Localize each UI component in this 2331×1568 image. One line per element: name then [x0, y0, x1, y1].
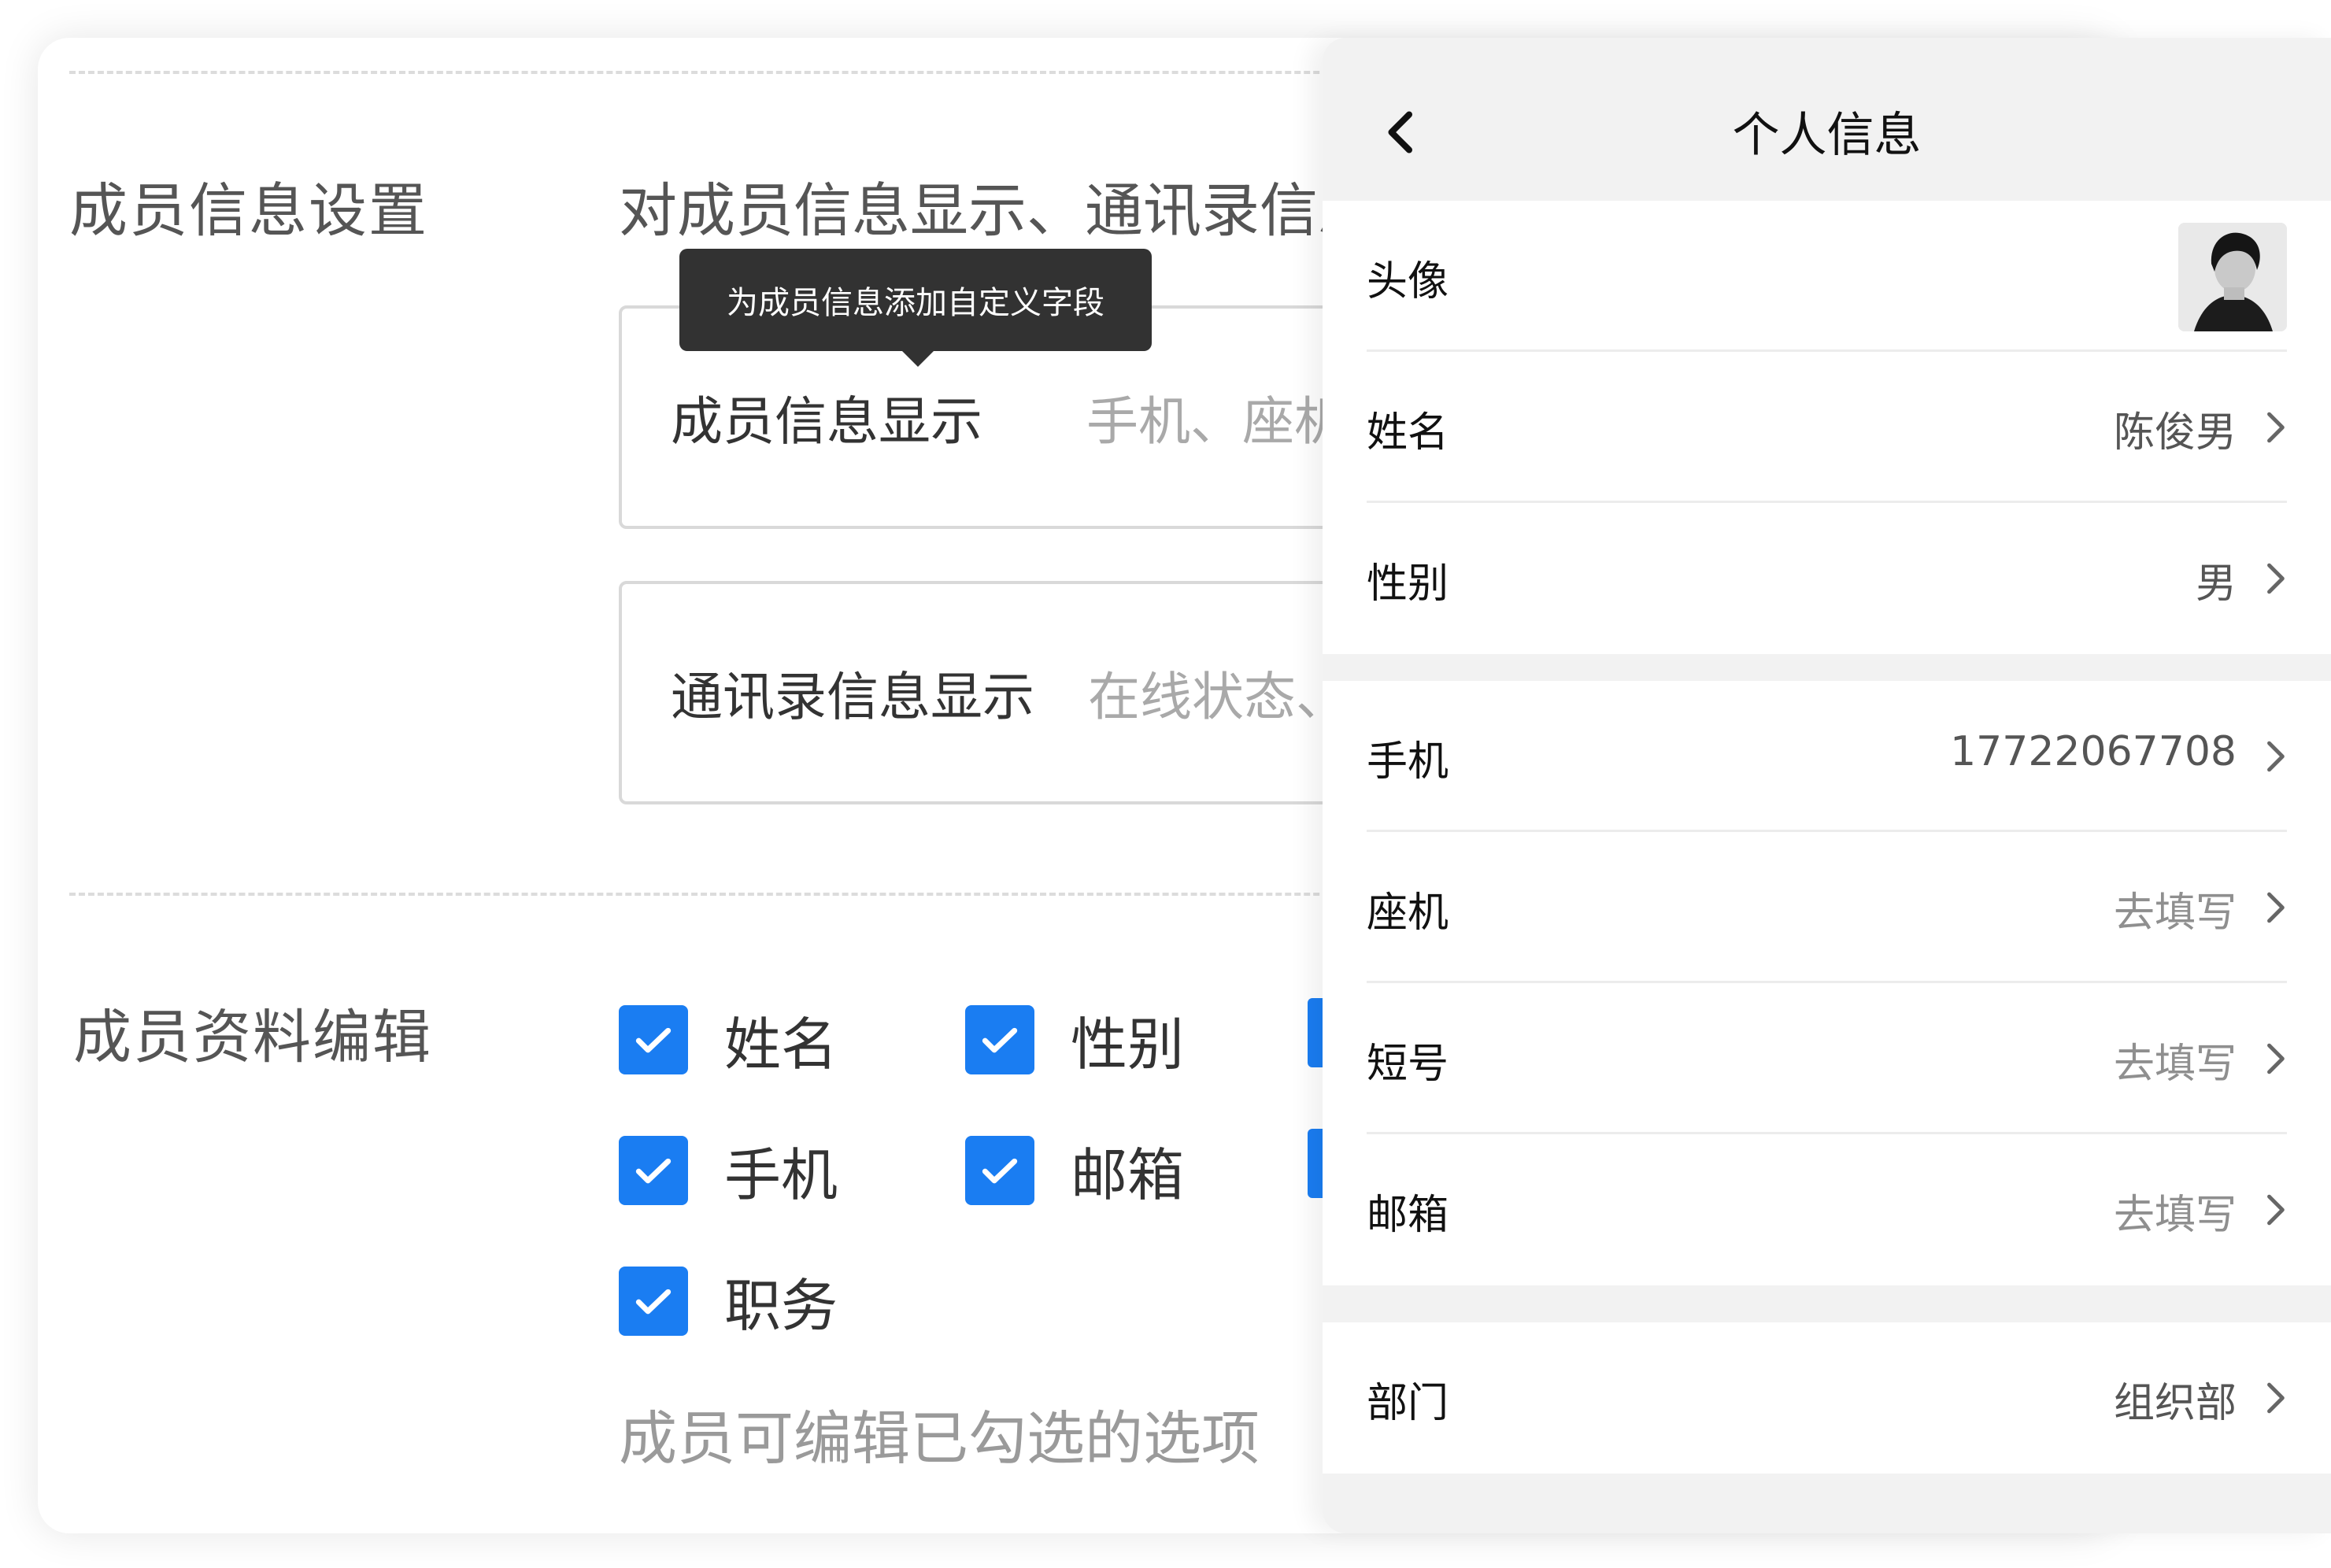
- checkbox-mobile[interactable]: 手机: [619, 1129, 838, 1211]
- contacts-info-display-value: 在线状态、: [1088, 667, 1348, 727]
- row-key: 部门: [1367, 1380, 1449, 1427]
- chevron-right-icon: [2267, 1382, 2285, 1414]
- row-short-number[interactable]: 短号 去填写: [1323, 983, 2331, 1134]
- checkmark-icon[interactable]: [965, 1004, 1034, 1074]
- row-name[interactable]: 姓名 陈俊男: [1323, 352, 2331, 503]
- chevron-right-icon: [2267, 892, 2285, 923]
- basic-info-group: 头像 姓名 陈俊男 性别 男: [1323, 201, 2331, 654]
- row-key: 座机: [1367, 889, 1449, 937]
- chevron-right-icon: [2267, 412, 2285, 443]
- checkmark-icon[interactable]: [619, 1266, 688, 1336]
- row-avatar[interactable]: 头像: [1323, 201, 2331, 352]
- row-value: 去填写: [2113, 1192, 2237, 1239]
- chevron-right-icon: [2267, 741, 2285, 772]
- row-key: 邮箱: [1367, 1192, 1449, 1239]
- checkmark-icon[interactable]: [619, 1004, 688, 1074]
- member-info-settings-title: 成员信息设置: [69, 177, 428, 245]
- row-value: 男: [2195, 560, 2237, 608]
- chevron-right-icon: [2267, 1043, 2285, 1074]
- checkbox-label: 邮箱: [1071, 1142, 1185, 1208]
- divider-middle: [69, 893, 1376, 896]
- row-gender[interactable]: 性别 男: [1323, 503, 2331, 654]
- row-department[interactable]: 部门 组织部: [1323, 1322, 2331, 1474]
- profile-panel: 个人信息 头像 姓名 陈俊男 性别 男 手机 17722067708 座机 去填…: [1323, 38, 2331, 1533]
- contacts-info-display-label: 通讯录信息显示: [671, 667, 1034, 727]
- contact-info-group: 手机 17722067708 座机 去填写 短号 去填写 邮箱 去填写: [1323, 681, 2331, 1285]
- row-key: 姓名: [1367, 409, 1449, 457]
- row-value: 组织部: [2113, 1380, 2237, 1427]
- checkbox-name[interactable]: 姓名: [619, 998, 838, 1081]
- member-info-display-label: 成员信息显示: [671, 391, 982, 452]
- member-info-display-value: 手机、座机: [1086, 391, 1346, 452]
- row-key: 头像: [1367, 258, 1449, 305]
- custom-field-tooltip: 为成员信息添加自定义字段: [679, 249, 1152, 367]
- checkbox-label: 姓名: [724, 1011, 838, 1078]
- checkbox-email[interactable]: 邮箱: [965, 1129, 1184, 1211]
- checkbox-label: 职务: [724, 1273, 838, 1339]
- checkbox-label: 手机: [724, 1142, 838, 1208]
- nav-bar: 个人信息: [1323, 38, 2331, 201]
- row-value: 陈俊男: [2113, 409, 2237, 457]
- chevron-right-icon: [2267, 1194, 2285, 1226]
- row-key: 短号: [1367, 1041, 1449, 1088]
- row-landline[interactable]: 座机 去填写: [1323, 832, 2331, 983]
- member-profile-edit-title: 成员资料编辑: [73, 1004, 432, 1071]
- checkbox-gender[interactable]: 性别: [965, 998, 1184, 1081]
- checkmark-icon[interactable]: [619, 1135, 688, 1205]
- page-title: 个人信息: [1732, 108, 1922, 163]
- chevron-right-icon: [2267, 563, 2285, 594]
- checkbox-position[interactable]: 职务: [619, 1259, 838, 1342]
- edit-note: 成员可编辑已勾选的选项: [619, 1405, 1260, 1473]
- checkmark-icon[interactable]: [965, 1135, 1034, 1205]
- row-key: 性别: [1367, 560, 1449, 608]
- row-value: 去填写: [2113, 889, 2237, 937]
- row-key: 手机: [1367, 738, 1449, 786]
- row-mobile[interactable]: 手机 17722067708: [1323, 681, 2331, 832]
- divider-top: [69, 71, 1376, 74]
- row-email[interactable]: 邮箱 去填写: [1323, 1134, 2331, 1285]
- member-info-settings-desc: 对成员信息显示、通讯录信息: [619, 177, 1376, 245]
- checkbox-label: 性别: [1071, 1011, 1185, 1078]
- row-value: 17722067708: [1950, 728, 2237, 775]
- row-value: 去填写: [2113, 1041, 2237, 1088]
- avatar-image[interactable]: [2178, 223, 2287, 331]
- department-group: 部门 组织部: [1323, 1322, 2331, 1474]
